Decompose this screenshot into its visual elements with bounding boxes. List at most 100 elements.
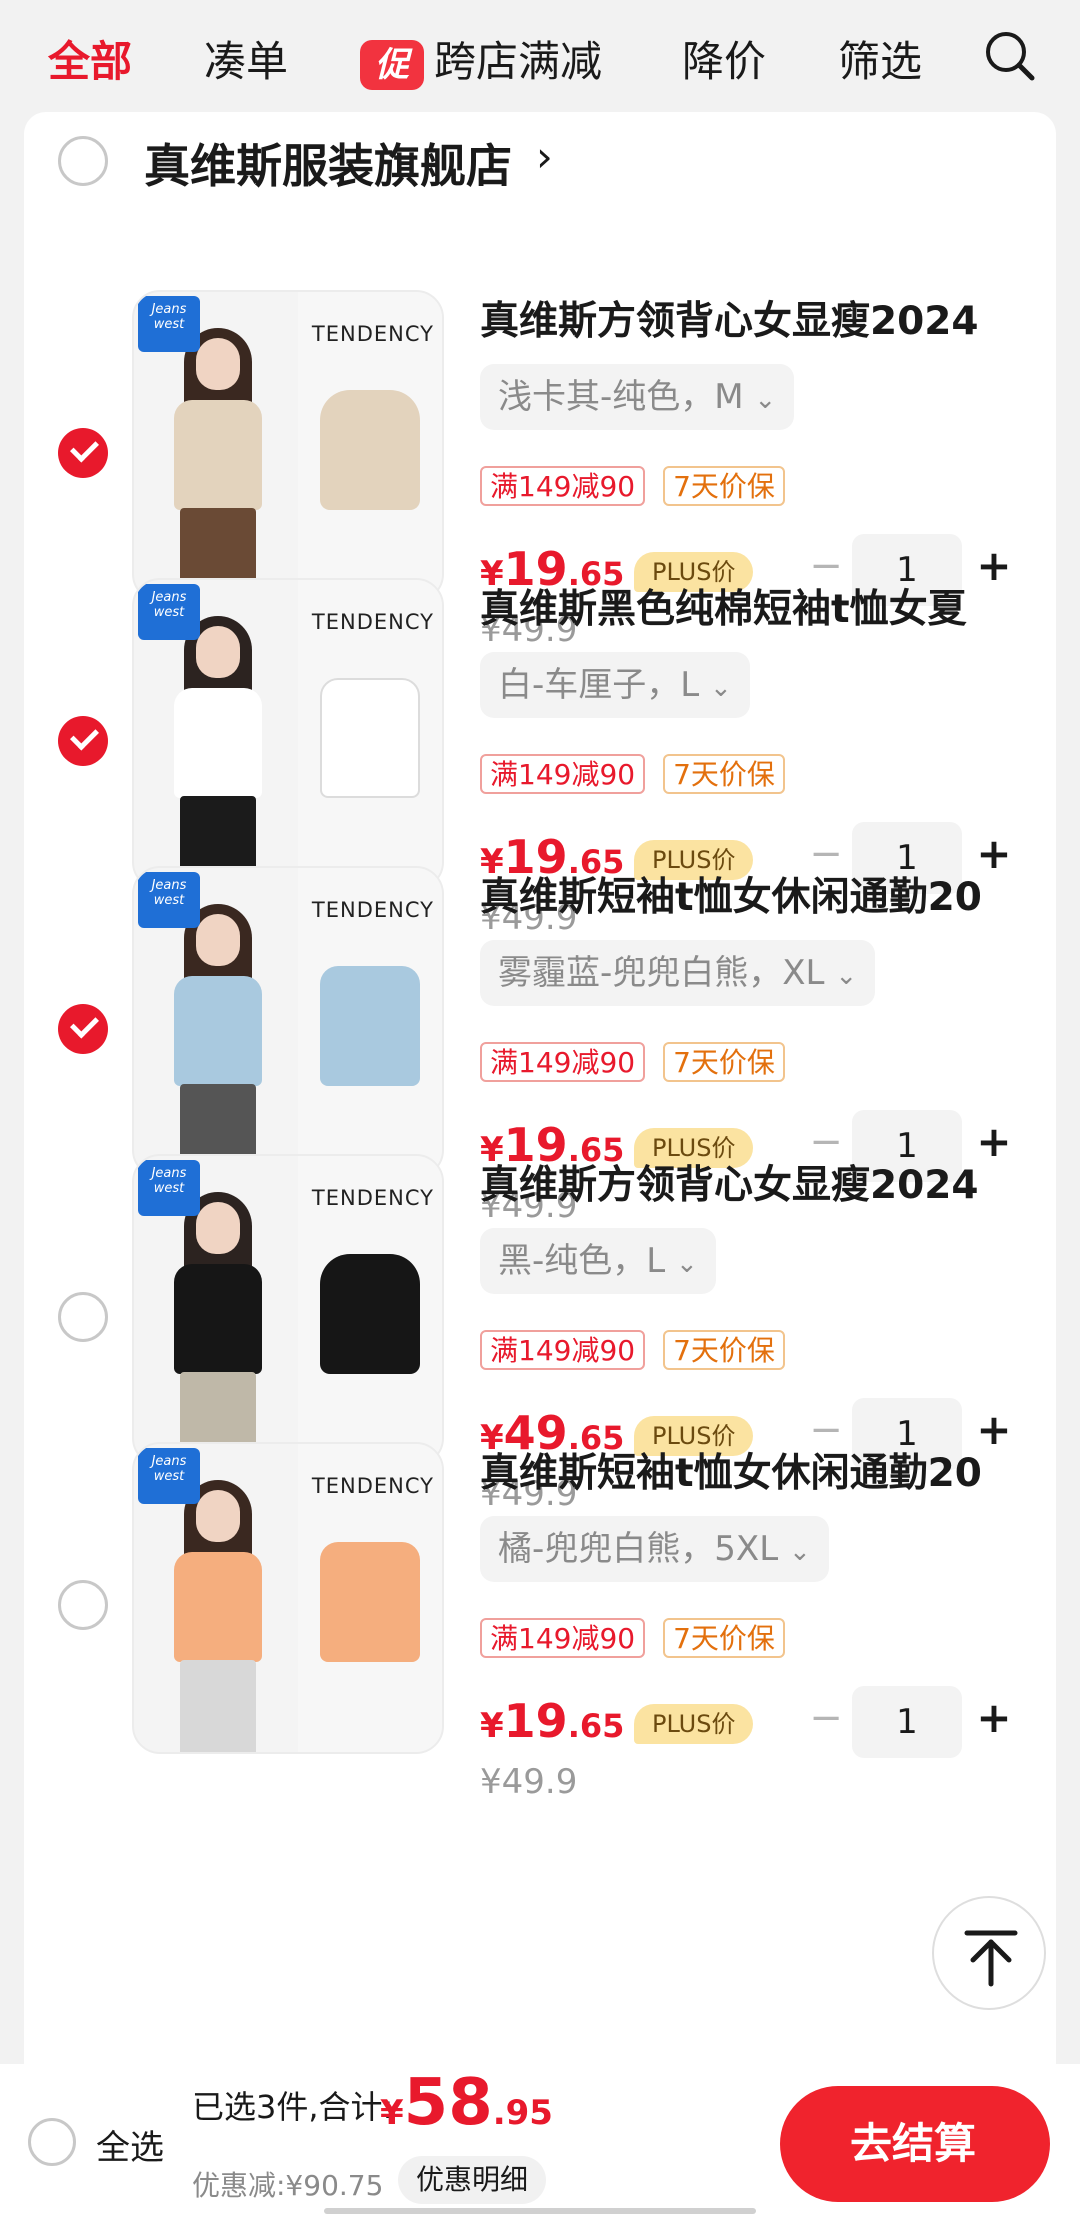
variant-label: 雾霾蓝-兜兜白熊，XL — [498, 953, 825, 993]
discount-amount: 优惠减:¥90.75 — [192, 2169, 384, 2202]
home-indicator — [324, 2208, 756, 2214]
scroll-to-top-button[interactable] — [932, 1896, 1046, 2010]
selected-summary: 已选3件,合计: — [192, 2088, 394, 2126]
variant-selector[interactable]: 黑-纯色，L ⌄ — [480, 1228, 716, 1294]
variant-label: 黑-纯色，L — [498, 1241, 666, 1281]
product-title[interactable]: 真维斯方领背心女显瘦2024 — [480, 290, 1040, 346]
shop-select-radio[interactable] — [58, 136, 108, 186]
price-protect-tag: 7天价保 — [663, 1330, 785, 1370]
filter-bar: 全部 凑单 促跨店满减 降价 筛选 — [0, 0, 1080, 112]
tendency-label: TENDENCY — [311, 898, 434, 922]
product-thumbnail[interactable]: Jeans west TENDENCY — [132, 1442, 444, 1754]
model-figure — [162, 616, 274, 888]
product-thumbnail[interactable]: Jeans west TENDENCY — [132, 866, 444, 1178]
tendency-label: TENDENCY — [311, 610, 434, 634]
item-select-radio[interactable] — [58, 716, 108, 766]
product-title[interactable]: 真维斯方领背心女显瘦2024 — [480, 1154, 1040, 1210]
shop-name[interactable]: 真维斯服装旗舰店 — [144, 130, 512, 196]
variant-selector[interactable]: 雾霾蓝-兜兜白熊，XL ⌄ — [480, 940, 876, 1006]
promo-tags: 满149减90 7天价保 — [480, 754, 785, 794]
model-photo: Jeans west — [134, 868, 302, 1176]
cart-item: Jeans west TENDENCY 真维斯短袖t恤女休闲通勤20 橘-兜兜白… — [24, 1442, 1056, 1850]
tab-add-on[interactable]: 凑单 — [204, 28, 288, 89]
model-top — [174, 976, 262, 1086]
item-select-radio[interactable] — [58, 1580, 108, 1630]
brand-logo: Jeans west — [138, 872, 200, 928]
model-head — [196, 338, 240, 390]
checkout-bar: 全选 已选3件,合计: ¥58.95 优惠减:¥90.75 优惠明细 去结算 — [0, 2064, 1080, 2216]
product-title[interactable]: 真维斯黑色纯棉短袖t恤女夏 — [480, 578, 1040, 634]
product-title[interactable]: 真维斯短袖t恤女休闲通勤20 — [480, 866, 1040, 922]
promo-tags: 满149减90 7天价保 — [480, 1042, 785, 1082]
checkout-button[interactable]: 去结算 — [780, 2086, 1050, 2202]
promo-badge: 促 — [360, 39, 424, 90]
promo-tags: 满149减90 7天价保 — [480, 466, 785, 506]
discount-tag: 满149减90 — [480, 466, 646, 506]
select-all-radio[interactable] — [28, 2118, 76, 2166]
tab-all[interactable]: 全部 — [48, 28, 132, 89]
product-thumbnail[interactable]: Jeans west TENDENCY — [132, 1154, 444, 1466]
model-head — [196, 1490, 240, 1542]
product-flat-photo: TENDENCY — [298, 1444, 442, 1752]
model-top — [174, 400, 262, 510]
variant-selector[interactable]: 白-车厘子，L ⌄ — [480, 652, 750, 718]
item-select-radio[interactable] — [58, 428, 108, 478]
price-protect-tag: 7天价保 — [663, 754, 785, 794]
discount-tag: 满149减90 — [480, 1618, 646, 1658]
brand-logo: Jeans west — [138, 1448, 200, 1504]
total-currency: ¥ — [380, 2093, 404, 2133]
model-figure — [162, 1192, 274, 1464]
tendency-label: TENDENCY — [311, 1474, 434, 1498]
tab-filter[interactable]: 筛选 — [838, 28, 922, 89]
variant-label: 白-车厘子，L — [498, 665, 700, 705]
model-bottom — [180, 1660, 256, 1752]
product-flat-photo: TENDENCY — [298, 868, 442, 1176]
brand-logo: Jeans west — [138, 584, 200, 640]
model-head — [196, 626, 240, 678]
garment-shape — [320, 1254, 420, 1374]
garment-shape — [320, 966, 420, 1086]
product-flat-photo: TENDENCY — [298, 292, 442, 600]
discount-detail-button[interactable]: 优惠明细 — [398, 2156, 547, 2204]
variant-label: 橘-兜兜白熊，5XL — [498, 1529, 779, 1569]
model-top — [174, 688, 262, 798]
arrow-up-icon — [964, 1930, 1018, 1987]
price-protect-tag: 7天价保 — [663, 1618, 785, 1658]
quantity-value[interactable]: 1 — [852, 1686, 962, 1758]
tendency-label: TENDENCY — [311, 1186, 434, 1210]
tab-cross-store-label: 跨店满减 — [434, 37, 603, 86]
total-decimal: .95 — [492, 2093, 553, 2133]
current-price: ¥19.65 — [480, 1694, 624, 1748]
chevron-right-icon[interactable]: › — [536, 132, 553, 181]
variant-selector[interactable]: 浅卡其-纯色，M ⌄ — [480, 364, 795, 430]
variant-selector[interactable]: 橘-兜兜白熊，5XL ⌄ — [480, 1516, 829, 1582]
discount-tag: 满149减90 — [480, 754, 646, 794]
shop-header: 真维斯服装旗舰店 › — [24, 112, 1056, 212]
price-integer: 19 — [503, 1694, 568, 1748]
model-photo: Jeans west — [134, 580, 302, 888]
decrease-quantity-button[interactable]: − — [806, 1698, 846, 1740]
model-head — [196, 914, 240, 966]
chevron-down-icon: ⌄ — [710, 673, 732, 703]
model-figure — [162, 1480, 274, 1752]
model-head — [196, 1202, 240, 1254]
increase-quantity-button[interactable]: + — [974, 1697, 1014, 1742]
tab-price-drop[interactable]: 降价 — [682, 28, 766, 89]
model-photo: Jeans west — [134, 1156, 302, 1464]
total-price: ¥58.95 — [380, 2066, 553, 2140]
select-all-label[interactable]: 全选 — [96, 2120, 164, 2169]
tab-cross-store-discount[interactable]: 促跨店满减 — [360, 28, 602, 90]
item-select-radio[interactable] — [58, 1292, 108, 1342]
product-thumbnail[interactable]: Jeans west TENDENCY — [132, 290, 444, 602]
product-title[interactable]: 真维斯短袖t恤女休闲通勤20 — [480, 1442, 1040, 1498]
item-select-radio[interactable] — [58, 1004, 108, 1054]
promo-tags: 满149减90 7天价保 — [480, 1618, 785, 1658]
product-flat-photo: TENDENCY — [298, 1156, 442, 1464]
search-icon[interactable] — [984, 30, 1036, 82]
total-integer: 58 — [403, 2066, 493, 2140]
discount-tag: 满149减90 — [480, 1330, 646, 1370]
promo-tags: 满149减90 7天价保 — [480, 1330, 785, 1370]
discount-tag: 满149减90 — [480, 1042, 646, 1082]
brand-logo: Jeans west — [138, 296, 200, 352]
product-thumbnail[interactable]: Jeans west TENDENCY — [132, 578, 444, 890]
